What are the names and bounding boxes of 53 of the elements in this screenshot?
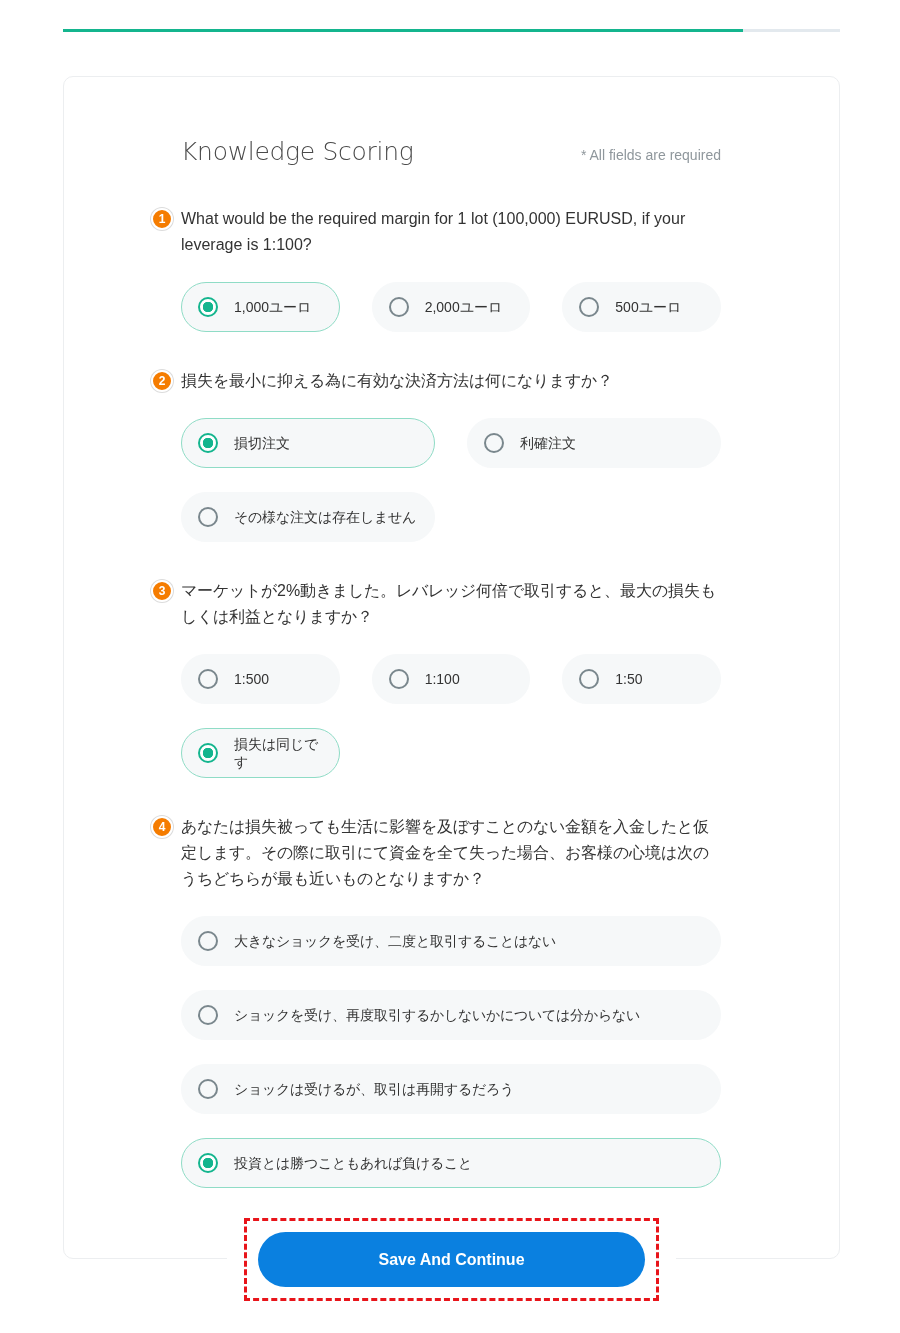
- answer-option[interactable]: 損切注文: [181, 418, 435, 468]
- answer-option[interactable]: 大きなショックを受け、二度と取引することはない: [181, 916, 721, 966]
- answer-option[interactable]: 1,000ユーロ: [181, 282, 340, 332]
- answer-option[interactable]: 投資とは勝つこともあれば負けること: [181, 1138, 721, 1188]
- radio-button[interactable]: [579, 297, 600, 317]
- option-label: 1,000ユーロ: [234, 298, 312, 316]
- question-text: 損失を最小に抑える為に有効な決済方法は何になりますか？: [181, 371, 614, 391]
- radio-button[interactable]: [198, 433, 218, 453]
- option-label: ショックは受けるが、取引は再開するだろう: [234, 1080, 514, 1098]
- option-label: 損失は同じです: [234, 735, 319, 771]
- radio-button[interactable]: [198, 669, 218, 689]
- required-note: * All fields are required: [580, 145, 721, 163]
- option-label: 1:50: [615, 670, 643, 688]
- radio-button[interactable]: [198, 297, 218, 317]
- answer-option[interactable]: 2,000ユーロ: [371, 282, 531, 332]
- option-label: その様な注文は存在しません: [234, 508, 416, 526]
- radio-button[interactable]: [388, 297, 409, 317]
- question-text: マーケットが2%動きました。レバレッジ何倍で取引すると、最大の損失もしくは利益となりますか？: [181, 581, 718, 627]
- option-label: 損切注文: [234, 434, 290, 452]
- answer-option[interactable]: 500ユーロ: [562, 282, 721, 332]
- option-label: 大きなショックを受け、二度と取引することはない: [234, 932, 556, 950]
- option-label: ショックを受け、再度取引するかしないかについては分からない: [234, 1006, 640, 1024]
- answer-option[interactable]: 損失は同じです: [181, 728, 340, 778]
- radio-button[interactable]: [198, 743, 218, 763]
- save-button[interactable]: Save And Continue: [258, 1232, 645, 1287]
- option-label: 500ユーロ: [615, 298, 681, 316]
- radio-button[interactable]: [198, 1005, 218, 1025]
- answer-option[interactable]: 1:50: [562, 654, 721, 704]
- answer-option[interactable]: その様な注文は存在しません: [181, 492, 435, 542]
- answer-option[interactable]: 利確注文: [467, 418, 721, 468]
- answer-option[interactable]: 1:100: [371, 654, 531, 704]
- radio-button[interactable]: [198, 1153, 218, 1173]
- question-number-badge: 2: [151, 370, 173, 392]
- form-title: Knowledge Scoring: [181, 137, 414, 166]
- radio-button[interactable]: [198, 1079, 218, 1099]
- radio-button[interactable]: [579, 669, 600, 689]
- answer-option[interactable]: 1:500: [181, 654, 340, 704]
- radio-button[interactable]: [484, 433, 504, 453]
- question-text: あなたは損失被っても生活に影響を及ぼすことのない金額を入金したと仮定します。その際に取引にて資金を全て失った場合、お客様の心境は次のうちどちらが最も近いものとなりますか？: [181, 817, 710, 889]
- question-number-badge: 3: [151, 580, 173, 602]
- option-label: 1:100: [424, 670, 460, 688]
- question-number-badge: 1: [151, 208, 173, 230]
- radio-button[interactable]: [198, 931, 218, 951]
- option-label: 投資とは勝つこともあれば負けること: [234, 1154, 472, 1172]
- answer-option[interactable]: ショックを受け、再度取引するかしないかについては分からない: [181, 990, 721, 1040]
- answer-option[interactable]: ショックは受けるが、取引は再開するだろう: [181, 1064, 721, 1114]
- question-text: What would be the required margin for 1 lot (100,000) EURUSD, if your leverage is 1:100?: [181, 209, 687, 255]
- option-label: 利確注文: [520, 434, 576, 452]
- option-label: 2,000ユーロ: [424, 298, 502, 316]
- question-number-badge: 4: [151, 816, 173, 838]
- radio-button[interactable]: [198, 507, 218, 527]
- option-label: 1:500: [234, 670, 270, 688]
- radio-button[interactable]: [388, 669, 409, 689]
